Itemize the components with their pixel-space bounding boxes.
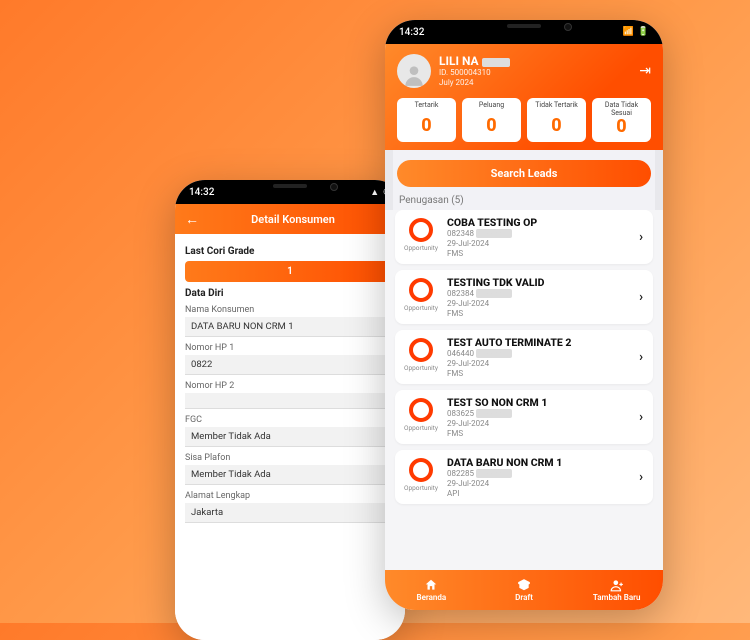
nav-beranda[interactable]: Beranda	[385, 570, 478, 610]
stat-data-tidak-sesuai[interactable]: Data Tidak Sesuai0	[592, 98, 651, 142]
value-nama[interactable]: DATA BARU NON CRM 1	[185, 317, 395, 337]
stat-row: Tertarik0 Peluang0 Tidak Tertarik0 Data …	[397, 98, 651, 142]
status-time: 14:32	[189, 187, 214, 198]
dashboard-header: LILI NA xx ID. 500004310 July 2024 ⇥ Ter…	[385, 44, 663, 150]
item-title: COBA TESTING OP	[447, 216, 629, 229]
chevron-right-icon: ›	[637, 230, 645, 245]
logout-icon[interactable]: ⇥	[639, 63, 651, 79]
profile-row: LILI NA xx ID. 500004310 July 2024 ⇥	[397, 54, 651, 88]
list-header: Penugasan (5)	[385, 193, 663, 210]
person-icon	[401, 62, 427, 88]
status-icons: 📶🔋	[623, 27, 649, 37]
list-item[interactable]: Opportunity TESTING TDK VALID 082384 xxx…	[395, 270, 653, 324]
chevron-right-icon: ›	[637, 350, 645, 365]
profile-period: July 2024	[439, 78, 510, 88]
value-fgc[interactable]: Member Tidak Ada	[185, 427, 395, 447]
phone-detail-konsumen: 14:32 ▲◉ ← Detail Konsumen Last Cori Gra…	[175, 180, 405, 640]
detail-body: Last Cori Grade 1 Data Diri Nama Konsume…	[175, 234, 405, 640]
avatar[interactable]	[397, 54, 431, 88]
stat-peluang[interactable]: Peluang0	[462, 98, 521, 142]
value-hp2[interactable]	[185, 393, 395, 409]
list-item[interactable]: Opportunity TEST SO NON CRM 1 083625 xxx…	[395, 390, 653, 444]
label-hp1: Nomor HP 1	[185, 343, 395, 353]
ring-icon	[409, 458, 433, 482]
value-plafon[interactable]: Member Tidak Ada	[185, 465, 395, 485]
nav-tambah-baru[interactable]: Tambah Baru	[570, 570, 663, 610]
grade-value: 1	[185, 261, 395, 282]
search-leads-button[interactable]: Search Leads	[397, 160, 651, 187]
nav-draft[interactable]: Draft	[478, 570, 571, 610]
list-item[interactable]: Opportunity COBA TESTING OP 082348 xxxx …	[395, 210, 653, 264]
item-title: TESTING TDK VALID	[447, 276, 629, 289]
profile-text: LILI NA xx ID. 500004310 July 2024	[439, 54, 510, 87]
status-bar: 14:32 📶🔋	[385, 20, 663, 44]
item-title: TEST SO NON CRM 1	[447, 396, 629, 409]
chevron-right-icon: ›	[637, 290, 645, 305]
list-item[interactable]: Opportunity TEST AUTO TERMINATE 2 046440…	[395, 330, 653, 384]
grade-label: Last Cori Grade	[185, 246, 395, 257]
ring-icon	[409, 398, 433, 422]
stat-tidak-tertarik[interactable]: Tidak Tertarik0	[527, 98, 586, 142]
value-hp1[interactable]: 0822	[185, 355, 395, 375]
stat-tertarik[interactable]: Tertarik0	[397, 98, 456, 142]
ring-icon	[409, 278, 433, 302]
item-title: TEST AUTO TERMINATE 2	[447, 336, 629, 349]
list-item[interactable]: Opportunity DATA BARU NON CRM 1 082285 x…	[395, 450, 653, 504]
chevron-right-icon: ›	[637, 470, 645, 485]
label-nama: Nama Konsumen	[185, 305, 395, 315]
notch	[250, 180, 330, 194]
ring-icon	[409, 218, 433, 242]
status-bar: 14:32 ▲◉	[175, 180, 405, 204]
label-plafon: Sisa Plafon	[185, 453, 395, 463]
profile-id: ID. 500004310	[439, 68, 510, 78]
label-hp2: Nomor HP 2	[185, 381, 395, 391]
ring-icon	[409, 338, 433, 362]
notch	[484, 20, 564, 34]
phone-dashboard: 14:32 📶🔋 LILI NA xx ID. 500004310 July 2…	[385, 20, 663, 610]
redacted: xx	[482, 58, 510, 67]
profile-name: LILI NA	[439, 54, 479, 68]
label-fgc: FGC	[185, 415, 395, 425]
status-time: 14:32	[399, 27, 424, 38]
item-title: DATA BARU NON CRM 1	[447, 456, 629, 469]
person-add-icon	[610, 578, 624, 592]
detail-header: ← Detail Konsumen	[175, 204, 405, 234]
box-icon	[517, 578, 531, 592]
home-icon	[424, 578, 438, 592]
section-data-diri: Data Diri	[185, 288, 395, 299]
chevron-right-icon: ›	[637, 410, 645, 425]
label-alamat: Alamat Lengkap	[185, 491, 395, 501]
leads-list[interactable]: Opportunity COBA TESTING OP 082348 xxxx …	[385, 210, 663, 570]
bottom-nav: Beranda Draft Tambah Baru	[385, 570, 663, 610]
detail-title: Detail Konsumen	[191, 213, 395, 226]
value-alamat[interactable]: Jakarta	[185, 503, 395, 523]
